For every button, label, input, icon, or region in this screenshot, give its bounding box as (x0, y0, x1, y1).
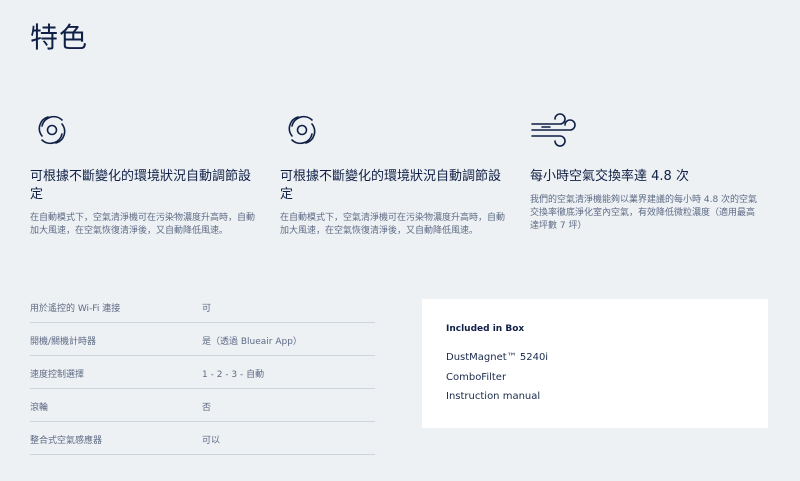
list-item: Instruction manual (446, 391, 541, 402)
feature-title: 可根據不斷變化的環境狀況自動調節設定 (280, 169, 502, 202)
feature-description: 在自動模式下，空氣清淨機可在污染物濃度升高時，自動加大風速，在空氣恢復清淨後，又… (30, 213, 256, 236)
feature-description: 我們的空氣清淨機能夠以業界建議的每小時 4.8 次的空氣交換率徹底淨化室內空氣，… (530, 195, 758, 231)
spec-row: 開機/關機計時器 是（透過 Blueair App） (30, 323, 375, 356)
spec-row: 速度控制選擇 1 - 2 - 3 - 自動 (30, 356, 375, 389)
included-in-box-card: Included in Box DustMagnet™ 5240i ComboF… (422, 299, 768, 428)
spec-label: 開機/關機計時器 (30, 337, 97, 347)
spec-label: 整合式空氣感應器 (30, 436, 103, 446)
list-item: ComboFilter (446, 371, 507, 383)
feature-title: 可根據不斷變化的環境狀況自動調節設定 (30, 169, 252, 202)
feature-title: 每小時空氣交換率達 4.8 次 (530, 169, 689, 184)
feature-item: 每小時空氣交換率達 4.8 次 我們的空氣清淨機能夠以業界建議的每小時 4.8 … (530, 108, 758, 233)
features-section: 可根據不斷變化的環境狀況自動調節設定 在自動模式下，空氣清淨機可在污染物濃度升高… (0, 108, 800, 268)
list-item: DustMagnet™ 5240i (446, 352, 549, 363)
specs-table: 用於遙控的 Wi-Fi 連接 可 開機/關機計時器 是（透過 Blueair A… (30, 290, 375, 455)
spec-value: 是（透過 Blueair App） (202, 337, 302, 347)
wind-icon (531, 113, 576, 147)
spec-value: 否 (202, 403, 212, 413)
spec-label: 滾輪 (30, 403, 49, 413)
spec-row: 整合式空氣感應器 可以 (30, 422, 375, 455)
page-title: 特色 (30, 21, 89, 54)
auto-mode-swirl-icon (38, 115, 66, 145)
spec-value: 可以 (202, 436, 221, 446)
spec-label: 速度控制選擇 (30, 370, 85, 380)
spec-row: 滾輪 否 (30, 389, 375, 422)
spec-value: 1 - 2 - 3 - 自動 (202, 370, 265, 380)
feature-item: 可根據不斷變化的環境狀況自動調節設定 在自動模式下，空氣清淨機可在污染物濃度升高… (30, 108, 258, 238)
spec-value: 可 (202, 304, 212, 314)
spec-label: 用於遙控的 Wi-Fi 連接 (30, 304, 121, 314)
feature-item: 可根據不斷變化的環境狀況自動調節設定 在自動模式下，空氣清淨機可在污染物濃度升高… (280, 108, 508, 238)
spec-row: 用於遙控的 Wi-Fi 連接 可 (30, 290, 375, 323)
included-in-box-title: Included in Box (446, 324, 525, 334)
feature-description: 在自動模式下，空氣清淨機可在污染物濃度升高時，自動加大風速，在空氣恢復清淨後，又… (280, 213, 506, 236)
included-in-box-list: DustMagnet™ 5240i ComboFilter Instructio… (446, 348, 548, 407)
auto-mode-swirl-icon (288, 115, 316, 145)
